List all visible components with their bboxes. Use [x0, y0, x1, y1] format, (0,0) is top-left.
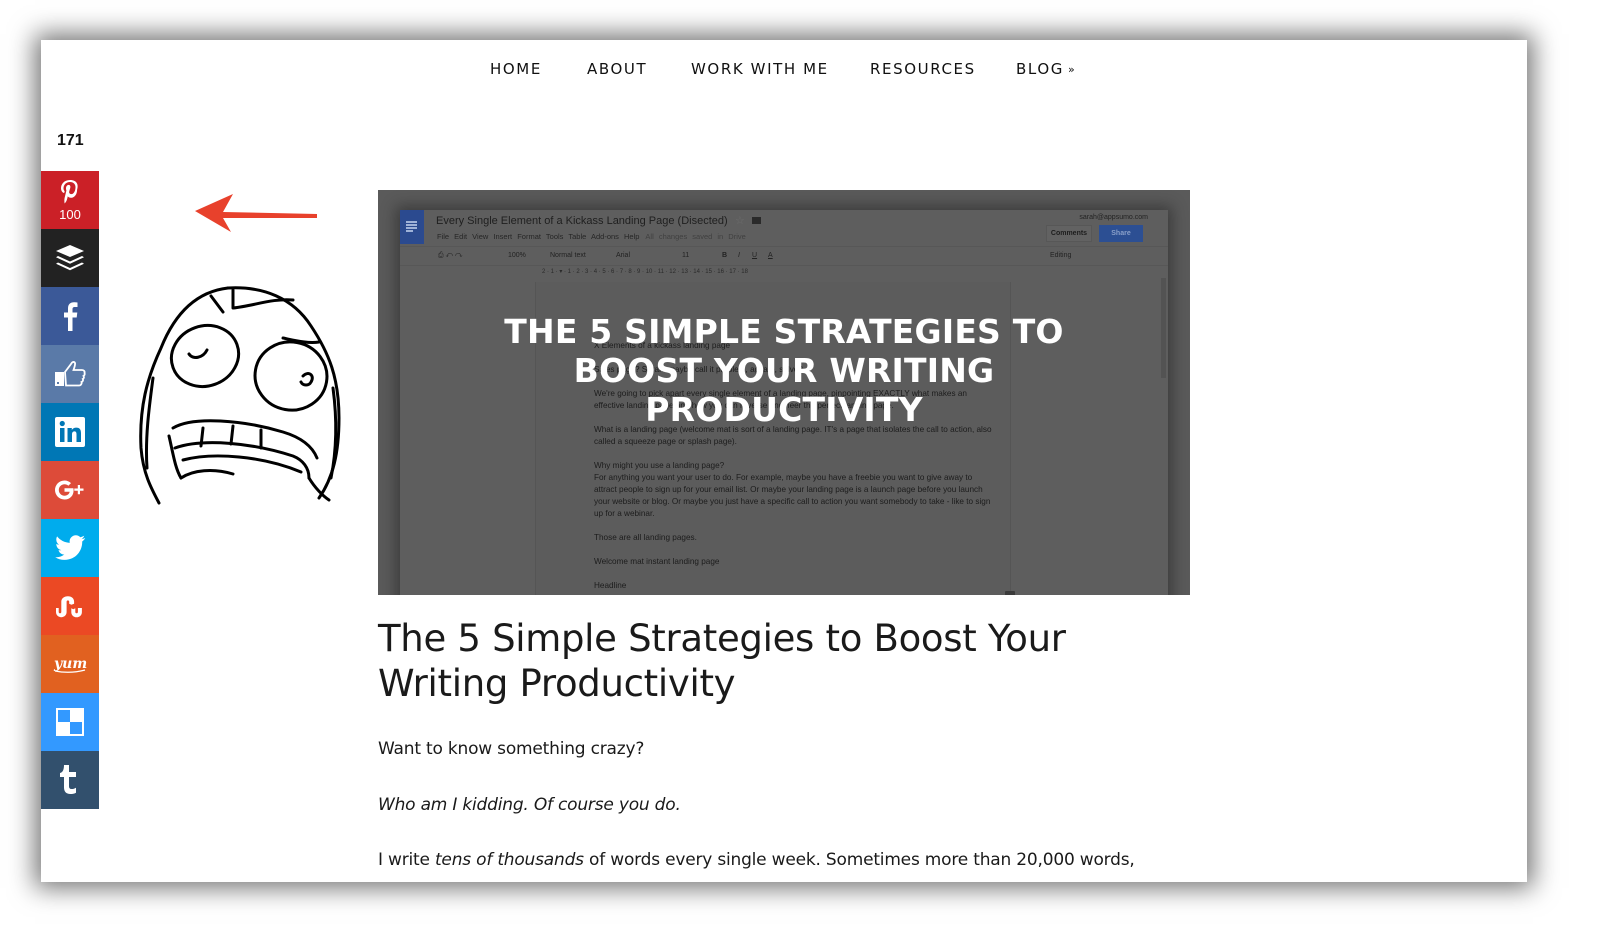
nav-about[interactable]: ABOUT — [587, 60, 647, 78]
doc-comments-button: Comments — [1046, 225, 1092, 242]
nav-blog[interactable]: BLOG» — [1016, 60, 1076, 78]
comment-icon — [1005, 591, 1015, 595]
doc-toolbar: ⎙ ↶ ↷ 100% Normal text Arial 11 B I U A … — [400, 246, 1168, 266]
buffer-icon — [56, 245, 84, 271]
star-icon: ☆ — [735, 215, 745, 227]
doc-menu-bar: File Edit View Insert Format Tools Table… — [437, 232, 746, 241]
share-total-count: 171 — [57, 132, 84, 149]
doc-title: Every Single Element of a Kickass Landin… — [436, 215, 728, 227]
share-linkedin-button[interactable] — [41, 403, 99, 461]
nav-blog-label: BLOG — [1016, 60, 1064, 78]
google-plus-icon — [55, 480, 84, 500]
doc-paragraph: Headline — [594, 581, 627, 590]
doc-user-email: sarah@appsumo.com — [1079, 214, 1148, 221]
doc-share-button: Share — [1099, 225, 1143, 242]
doc-saved-status: All changes saved in Drive — [645, 232, 746, 241]
text-segment: of words every single week. Sometimes mo… — [583, 850, 1135, 870]
italic-text: Who am I kidding. Of course you do. — [378, 795, 681, 815]
doc-style: Normal text — [550, 252, 586, 259]
folder-icon — [752, 217, 761, 224]
doc-mode: Editing — [1050, 252, 1072, 259]
share-delicious-button[interactable] — [41, 693, 99, 751]
doc-ruler: 2 · 1 · ▾ · 1 · 2 · 3 · 4 · 5 · 6 · 7 · … — [400, 267, 1168, 277]
print-icon: ⎙ ↶ ↷ — [438, 252, 463, 259]
share-facebook-like-button[interactable] — [41, 345, 99, 403]
text-color-icon: A — [768, 252, 773, 259]
doc-font: Arial — [616, 252, 631, 259]
pinterest-icon — [61, 180, 78, 204]
doc-paragraph: Welcome mat instant landing page — [594, 557, 720, 566]
rage-face-illustration — [139, 286, 341, 505]
twitter-icon — [55, 535, 86, 560]
doc-menu-items: File Edit View Insert Format Tools Table… — [437, 232, 640, 241]
underline-icon: U — [752, 252, 758, 259]
linkedin-icon — [55, 417, 85, 447]
doc-paragraph: Why might you use a landing page? For an… — [594, 461, 991, 518]
doc-paragraph: Those are all landing pages. — [594, 533, 697, 542]
share-tumblr-button[interactable] — [41, 751, 99, 809]
thumbs-up-icon — [55, 361, 86, 387]
docs-logo-icon — [400, 210, 424, 244]
browser-page: HOME ABOUT WORK WITH ME RESOURCES BLOG» … — [41, 40, 1527, 882]
social-share-bar: 100 yum — [41, 171, 99, 809]
ruler-marks: 2 · 1 · ▾ · 1 · 2 · 3 · 4 · 5 · 6 · 7 · … — [542, 269, 748, 275]
share-yummly-button[interactable]: yum — [41, 635, 99, 693]
article-paragraph-3: I write tens of thousands of words every… — [378, 850, 1135, 870]
post-title: The 5 Simple Strategies to Boost Your Wr… — [378, 617, 1066, 705]
article-paragraph-1: Want to know something crazy? — [378, 739, 645, 759]
italic-icon: I — [738, 252, 740, 259]
chevron-down-icon: » — [1067, 63, 1077, 76]
share-google-plus-button[interactable] — [41, 461, 99, 519]
nav-resources[interactable]: RESOURCES — [870, 60, 976, 78]
pinterest-count: 100 — [59, 207, 81, 222]
yummly-icon: yum — [53, 656, 87, 673]
stumbleupon-icon — [56, 596, 82, 618]
share-twitter-button[interactable] — [41, 519, 99, 577]
nav-home[interactable]: HOME — [490, 60, 542, 78]
delicious-icon — [56, 708, 84, 736]
article-paragraph-2: Who am I kidding. Of course you do. — [378, 795, 681, 815]
share-facebook-button[interactable] — [41, 287, 99, 345]
svg-text:yum: yum — [53, 656, 87, 672]
hero-overlay-title: THE 5 SIMPLE STRATEGIES TO BOOST YOUR WR… — [504, 312, 1064, 429]
share-pinterest-button[interactable]: 100 — [41, 171, 99, 229]
italic-text: tens of thousands — [434, 850, 584, 870]
featured-image[interactable]: Every Single Element of a Kickass Landin… — [378, 190, 1190, 595]
doc-font-size: 11 — [682, 252, 690, 259]
doc-zoom: 100% — [508, 252, 526, 259]
main-nav: HOME ABOUT WORK WITH ME RESOURCES BLOG» — [41, 60, 1527, 84]
text-segment: I write — [378, 850, 435, 870]
nav-work-with-me[interactable]: WORK WITH ME — [691, 60, 829, 78]
share-stumbleupon-button[interactable] — [41, 577, 99, 635]
tumblr-icon — [60, 765, 76, 794]
red-arrow-annotation — [195, 194, 317, 232]
share-buffer-button[interactable] — [41, 229, 99, 287]
bold-icon: B — [722, 252, 728, 259]
facebook-icon — [64, 302, 78, 331]
